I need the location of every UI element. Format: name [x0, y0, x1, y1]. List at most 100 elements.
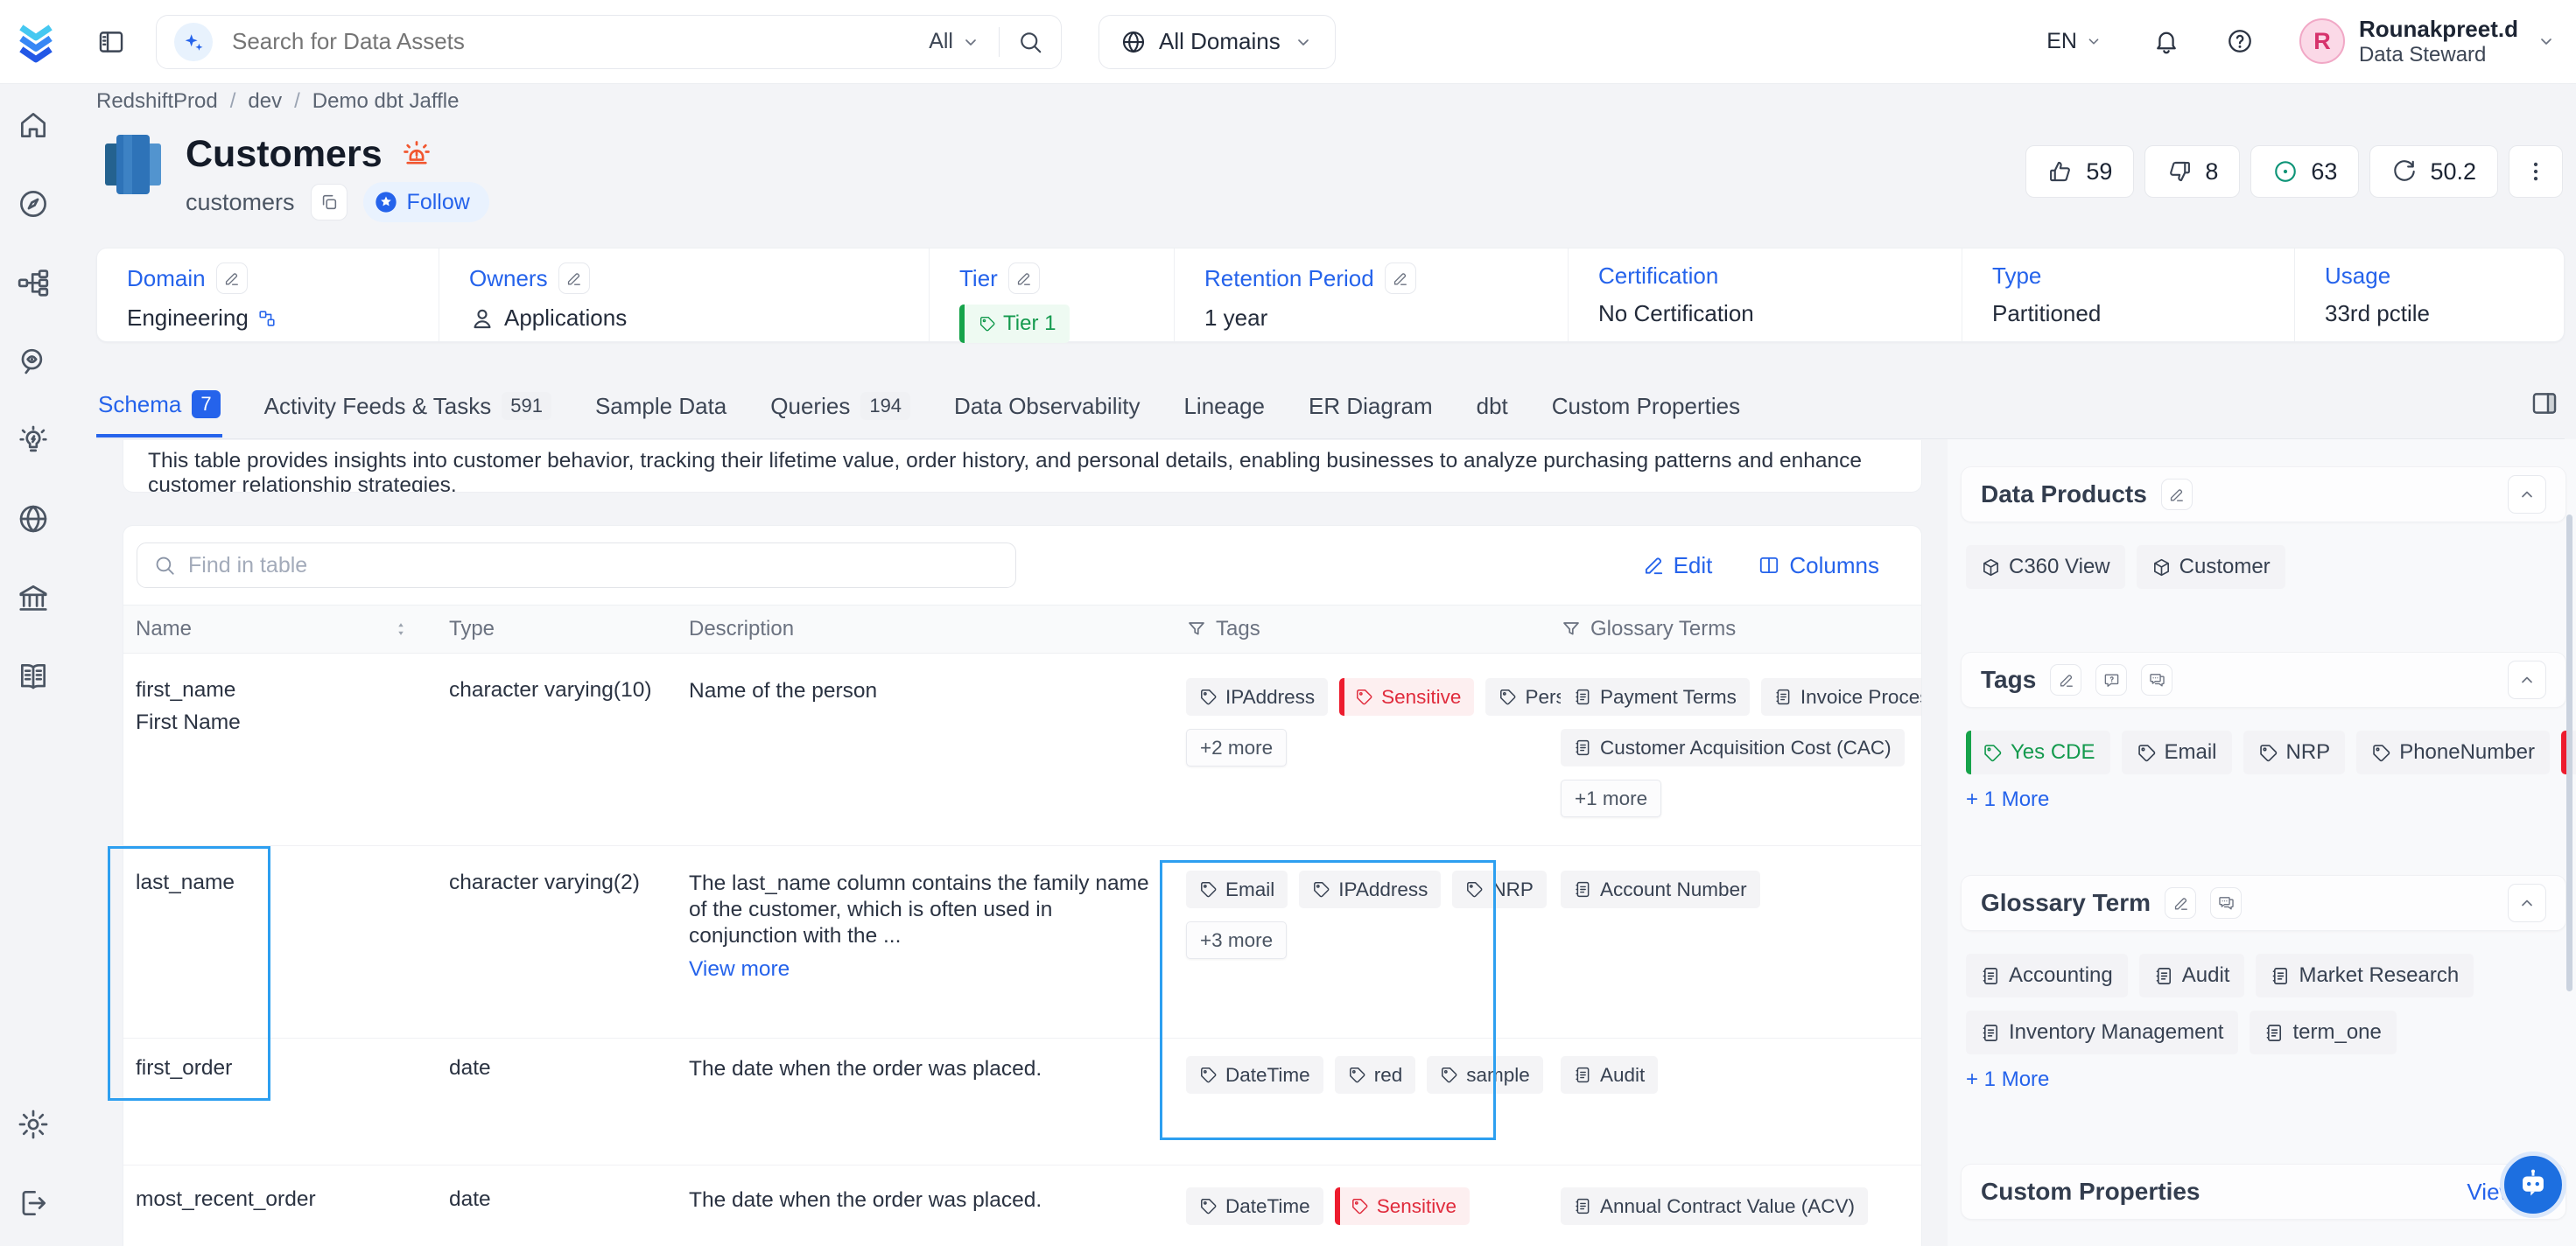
box-chip[interactable]: Customer	[2137, 545, 2285, 589]
link-icon[interactable]	[257, 309, 277, 328]
table-row[interactable]: last_name character varying(2) The last_…	[123, 846, 1921, 1039]
scrollbar-thumb[interactable]	[2566, 514, 2572, 991]
more-chip[interactable]: +1 more	[1561, 780, 1661, 817]
more-chip[interactable]: +3 more	[1186, 921, 1287, 959]
collapse-panel-button[interactable]	[2508, 475, 2546, 514]
freshness-button[interactable]: 50.2	[2369, 145, 2498, 198]
edit-table-button[interactable]: Edit	[1642, 552, 1713, 579]
edit-data-products-button[interactable]	[2161, 479, 2193, 510]
search-scope-dropdown[interactable]: All	[929, 29, 981, 54]
table-row[interactable]: most_recent_order date The date when the…	[123, 1166, 1921, 1246]
all-domains-dropdown[interactable]: All Domains	[1098, 15, 1336, 69]
find-in-table-field[interactable]	[137, 542, 1016, 588]
column-name[interactable]: first_order	[136, 1056, 426, 1081]
help-icon[interactable]	[2226, 27, 2254, 55]
edit-domain-button[interactable]	[216, 262, 248, 294]
filter-icon[interactable]	[1186, 619, 1207, 640]
tag-chip[interactable]: PhoneNumber	[2356, 731, 2550, 774]
tag-chip[interactable]: IPAddress	[1299, 871, 1441, 908]
column-name[interactable]: first_name	[136, 678, 426, 703]
tag-chip[interactable]: Sensitive	[1335, 1187, 1470, 1225]
tab-activity-feeds-tasks[interactable]: Activity Feeds & Tasks591	[263, 383, 553, 438]
tag-chip[interactable]: Yes CDE	[1966, 731, 2110, 774]
filter-icon[interactable]	[1561, 619, 1582, 640]
term-chip[interactable]: Inventory Management	[1966, 1011, 2238, 1054]
nav-domains-globe-icon[interactable]	[15, 500, 52, 537]
search-icon[interactable]	[1017, 29, 1043, 55]
atlan-logo[interactable]	[14, 20, 58, 64]
column-header-type[interactable]: Type	[449, 606, 689, 653]
nav-observability-icon[interactable]	[15, 343, 52, 380]
avatar[interactable]: R	[2299, 18, 2345, 64]
tag-chip[interactable]: DateTime	[1186, 1056, 1323, 1094]
edit-retention-button[interactable]	[1385, 262, 1416, 294]
copy-name-button[interactable]	[311, 184, 347, 220]
edit-tags-button[interactable]	[2050, 664, 2081, 696]
box-chip[interactable]: C360 View	[1966, 545, 2125, 589]
global-search-input[interactable]	[232, 28, 929, 55]
nav-insights-bulb-icon[interactable]	[15, 422, 52, 458]
more-chip[interactable]: +2 more	[1186, 729, 1287, 766]
column-name[interactable]: most_recent_order	[136, 1187, 426, 1212]
breadcrumb-connection[interactable]: RedshiftProd	[96, 89, 218, 114]
glossary-more-link[interactable]: + 1 More	[1966, 1068, 2561, 1092]
term-chip[interactable]: Annual Contract Value (ACV)	[1561, 1187, 1868, 1225]
term-chip[interactable]: Account Number	[1561, 871, 1760, 908]
term-chip[interactable]: Market Research	[2256, 954, 2474, 998]
upvote-button[interactable]: 59	[2025, 145, 2134, 198]
term-chip[interactable]: Invoice Processing	[1761, 678, 1922, 716]
edit-glossary-button[interactable]	[2165, 887, 2196, 919]
side-panel-toggle-icon[interactable]	[2530, 383, 2559, 418]
edit-owners-button[interactable]	[558, 262, 590, 294]
tab-data-observability[interactable]: Data Observability	[952, 383, 1141, 438]
alert-siren-icon[interactable]	[400, 138, 433, 172]
tier-chip[interactable]: Tier 1	[959, 304, 1070, 343]
tab-er-diagram[interactable]: ER Diagram	[1307, 383, 1435, 438]
settings-gear-icon[interactable]	[15, 1106, 52, 1143]
more-actions-button[interactable]	[2509, 145, 2563, 198]
tag-chip[interactable]: sample	[1427, 1056, 1543, 1094]
tab-custom-properties[interactable]: Custom Properties	[1550, 383, 1742, 438]
collapse-panel-button[interactable]	[2508, 661, 2546, 699]
breadcrumb-database[interactable]: Demo dbt Jaffle	[312, 89, 460, 114]
edit-tier-button[interactable]	[1008, 262, 1040, 294]
tab-schema[interactable]: Schema7	[96, 383, 222, 438]
chevron-down-icon[interactable]	[2536, 31, 2557, 52]
follow-button[interactable]: Follow	[363, 182, 489, 222]
columns-button[interactable]: Columns	[1758, 552, 1879, 579]
tag-chip[interactable]: Email	[1186, 871, 1288, 908]
domain-value[interactable]: Engineering	[127, 304, 249, 332]
language-dropdown[interactable]: EN	[2046, 29, 2103, 54]
tag-chip[interactable]: Sensitive	[1339, 678, 1474, 716]
tag-chip[interactable]: NRP	[2243, 731, 2346, 774]
tab-queries[interactable]: Queries194	[769, 383, 912, 438]
table-row[interactable]: first_order date The date when the order…	[123, 1039, 1921, 1166]
column-header-description[interactable]: Description	[689, 606, 1186, 653]
chatbot-button[interactable]	[2500, 1152, 2566, 1218]
global-search[interactable]: All	[156, 15, 1062, 69]
nav-home-icon[interactable]	[15, 107, 52, 144]
user-menu[interactable]: Rounakpreet.d Data Steward	[2359, 17, 2518, 66]
owners-value[interactable]: Applications	[504, 304, 627, 332]
term-chip[interactable]: Audit	[1561, 1056, 1658, 1094]
tab-dbt[interactable]: dbt	[1475, 383, 1510, 438]
logout-icon[interactable]	[15, 1185, 52, 1222]
nav-workflows-icon[interactable]	[15, 264, 52, 301]
tag-chip[interactable]: DateTime	[1186, 1187, 1323, 1225]
collapse-panel-button[interactable]	[2508, 884, 2546, 922]
nav-governance-bank-icon[interactable]	[15, 579, 52, 616]
glossary-comments-button[interactable]	[2210, 887, 2242, 919]
tag-chip[interactable]: Email	[2122, 731, 2232, 774]
tags-help-comment-button[interactable]	[2095, 664, 2127, 696]
tag-chip[interactable]: NRP	[1452, 871, 1547, 908]
sidebar-toggle-icon[interactable]	[96, 27, 126, 57]
term-chip[interactable]: Accounting	[1966, 954, 2128, 998]
term-chip[interactable]: Audit	[2139, 954, 2245, 998]
find-in-table-input[interactable]	[188, 553, 1000, 578]
term-chip[interactable]: Customer Acquisition Cost (CAC)	[1561, 729, 1905, 766]
tags-more-link[interactable]: + 1 More	[1966, 788, 2561, 812]
tags-comments-button[interactable]	[2141, 664, 2172, 696]
term-chip[interactable]: Payment Terms	[1561, 678, 1750, 716]
column-header-name[interactable]: Name	[123, 606, 449, 653]
nav-glossary-book-icon[interactable]	[15, 658, 52, 695]
